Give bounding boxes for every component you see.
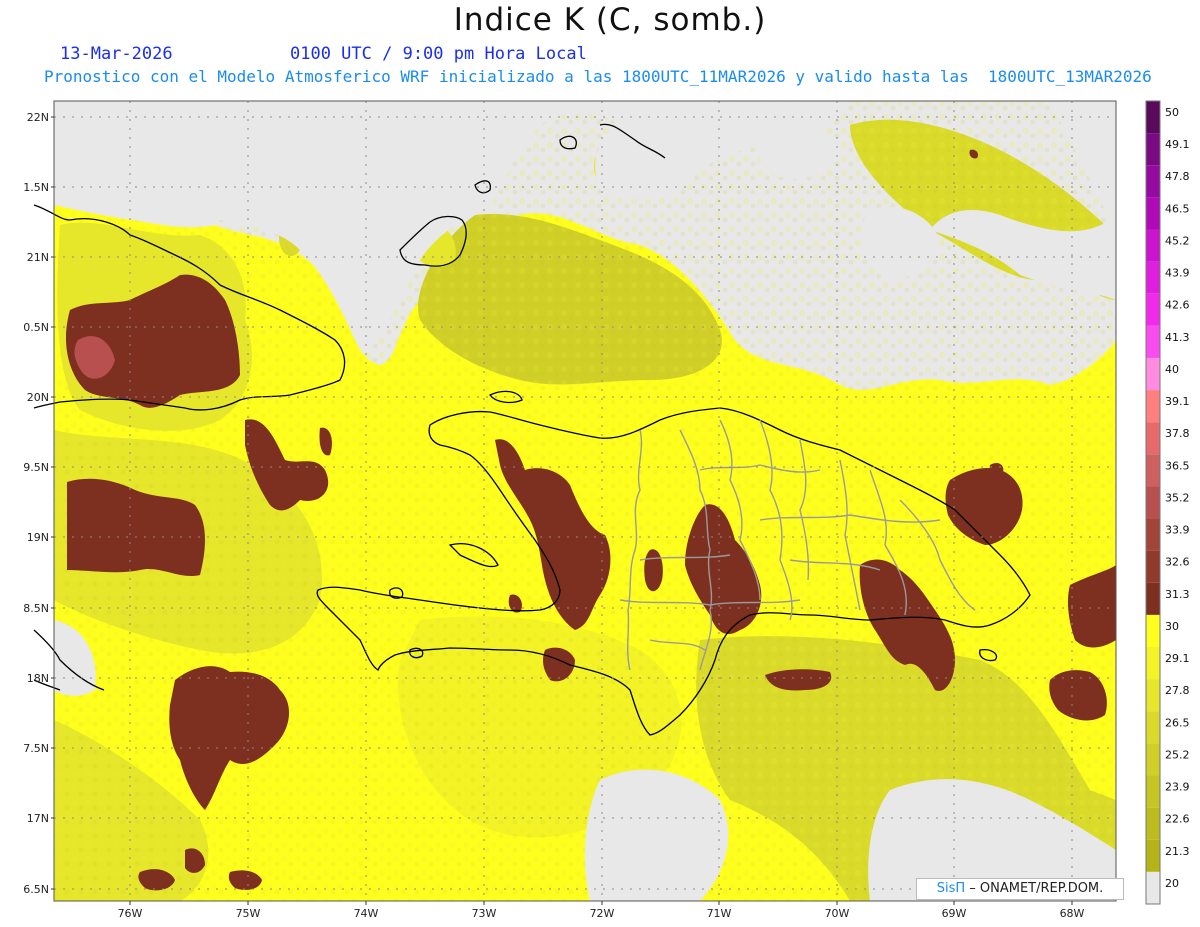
colorbar-swatch [1146, 743, 1160, 776]
colorbar-swatch [1146, 518, 1160, 551]
colorbar-swatch [1146, 165, 1160, 198]
colorbar-swatch [1146, 839, 1160, 872]
colorbar-swatch [1146, 647, 1160, 680]
colorbar-level-label: 41.3 [1165, 331, 1190, 344]
lon-label: 69W [942, 907, 967, 920]
lat-label: 9.5N [23, 461, 49, 474]
colorbar-level-label: 31.3 [1165, 588, 1190, 601]
lat-label: 0.5N [23, 321, 49, 334]
colorbar-swatch [1146, 550, 1160, 583]
lat-label: 18N [27, 672, 49, 685]
colorbar-level-label: 26.5 [1165, 716, 1190, 729]
lon-label: 75W [236, 907, 261, 920]
colorbar-swatch [1146, 101, 1160, 134]
colorbar-level-label: 50 [1165, 106, 1179, 119]
colorbar-swatch [1146, 807, 1160, 840]
colorbar-swatch [1146, 871, 1160, 904]
k-index-map: 22N 1.5N 21N 0.5N 20N 9.5N 19N 8.5N 18N … [23, 100, 1190, 920]
colorbar-level-label: 49.1 [1165, 138, 1190, 151]
colorbar-swatch [1146, 325, 1160, 358]
latitude-labels: 22N 1.5N 21N 0.5N 20N 9.5N 19N 8.5N 18N … [23, 111, 49, 896]
credit-box: SisΠ – ONAMET/REP.DOM. [916, 878, 1124, 900]
colorbar-swatch [1146, 679, 1160, 712]
colorbar-level-label: 40 [1165, 363, 1179, 376]
colorbar-level-label: 33.9 [1165, 524, 1190, 537]
colorbar-swatch [1146, 422, 1160, 455]
lon-label: 71W [707, 907, 732, 920]
colorbar-swatch [1146, 614, 1160, 648]
lon-label: 73W [472, 907, 497, 920]
colorbar-level-label: 29.1 [1165, 652, 1190, 665]
colorbar: 50 49.1 47.8 46.5 45.2 43.9 42.6 41.3 40 39.1 37.8… [1145, 100, 1190, 905]
lon-label: 70W [825, 907, 850, 920]
colorbar-swatch [1146, 357, 1160, 391]
colorbar-level-label: 46.5 [1165, 202, 1190, 215]
lon-label: 74W [354, 907, 379, 920]
colorbar-level-label: 32.6 [1165, 556, 1190, 569]
colorbar-level-label: 21.3 [1165, 845, 1190, 858]
colorbar-level-label: 22.6 [1165, 813, 1190, 826]
colorbar-swatch [1146, 197, 1160, 230]
colorbar-swatch [1146, 133, 1160, 166]
colorbar-level-label: 25.2 [1165, 748, 1190, 761]
lat-label: 8.5N [23, 602, 49, 615]
colorbar-swatch [1146, 454, 1160, 487]
lon-label: 76W [118, 907, 143, 920]
colorbar-swatch [1146, 229, 1160, 262]
colorbar-level-label: 47.8 [1165, 170, 1190, 183]
lat-label: 19N [27, 531, 49, 544]
colorbar-level-label: 43.9 [1165, 267, 1190, 280]
lon-label: 68W [1060, 907, 1085, 920]
colorbar-swatch [1146, 711, 1160, 744]
colorbar-level-label: 42.6 [1165, 299, 1190, 312]
colorbar-level-label: 23.9 [1165, 781, 1190, 794]
colorbar-level-label: 37.8 [1165, 427, 1190, 440]
colorbar-level-label: 45.2 [1165, 234, 1190, 247]
colorbar-level-label: 27.8 [1165, 684, 1190, 697]
colorbar-swatch [1146, 390, 1160, 423]
lat-label: 17N [27, 812, 49, 825]
sispi-logo: SisΠ [936, 881, 966, 896]
colorbar-swatch [1146, 293, 1160, 326]
colorbar-level-label: 35.2 [1165, 491, 1190, 504]
lat-label: 6.5N [23, 883, 49, 896]
lon-label: 72W [590, 907, 615, 920]
lat-label: 20N [27, 391, 49, 404]
lat-label: 7.5N [23, 742, 49, 755]
colorbar-swatch [1146, 486, 1160, 519]
lat-label: 1.5N [23, 181, 49, 194]
lat-label: 21N [27, 251, 49, 264]
lat-label: 22N [27, 111, 49, 124]
colorbar-level-label: 39.1 [1165, 395, 1190, 408]
colorbar-swatch [1146, 582, 1160, 615]
colorbar-level-label: 20 [1165, 877, 1179, 890]
colorbar-level-label: 36.5 [1165, 459, 1190, 472]
colorbar-swatch [1146, 261, 1160, 294]
longitude-labels: 76W 75W 74W 73W 72W 71W 70W 69W 68W [118, 907, 1085, 920]
colorbar-level-label: 30 [1165, 620, 1179, 633]
colorbar-swatch [1146, 775, 1160, 808]
credit-text: – ONAMET/REP.DOM. [969, 881, 1104, 896]
